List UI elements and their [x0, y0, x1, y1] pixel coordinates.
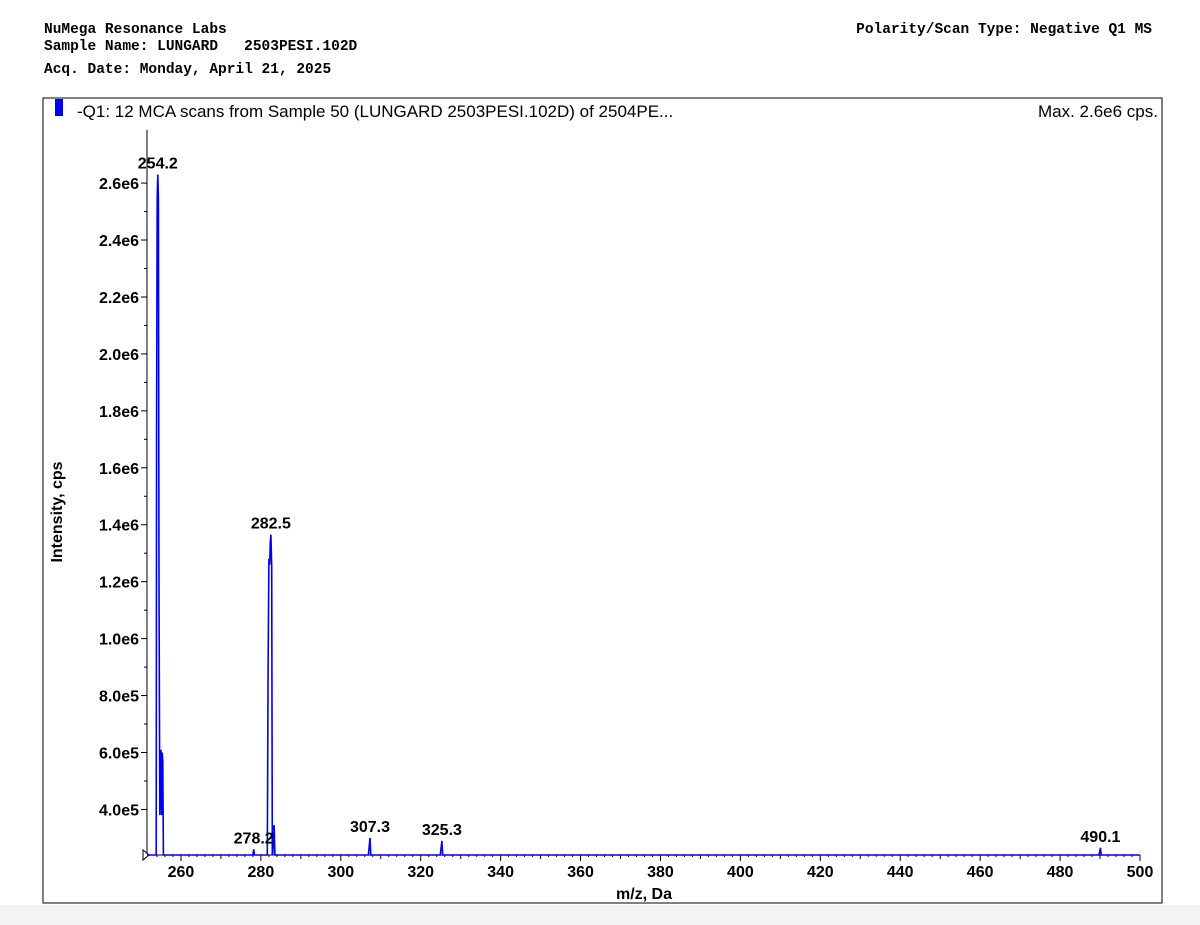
max-intensity-label: Max. 2.6e6 cps. — [1038, 102, 1158, 121]
x-tick-label: 440 — [887, 864, 914, 881]
x-tick-label: 400 — [727, 864, 754, 881]
x-tick-label: 380 — [647, 864, 674, 881]
x-tick-label: 420 — [807, 864, 834, 881]
y-tick-label: 2.0e6 — [99, 347, 139, 364]
y-tick-label: 1.4e6 — [99, 518, 139, 535]
scan-title: -Q1: 12 MCA scans from Sample 50 (LUNGAR… — [77, 102, 673, 121]
y-tick-label: 2.4e6 — [99, 233, 139, 250]
peak-label: 254.2 — [138, 156, 178, 173]
x-axis-ticks: 260 280 300 320 340 360 380 400 420 440 460 480 500 — [156, 855, 1154, 881]
x-tick-label: 340 — [487, 864, 514, 881]
x-tick-label: 480 — [1047, 864, 1074, 881]
series-layer — [147, 174, 1140, 856]
y-tick-label: 2.6e6 — [99, 176, 139, 193]
y-tick-label: 4.0e5 — [99, 802, 139, 819]
x-tick-label: 460 — [967, 864, 994, 881]
x-tick-label: 360 — [567, 864, 594, 881]
y-axis-title: Intensity, cps — [49, 461, 66, 562]
chart-frame — [42, 97, 1163, 904]
peak-label: 325.3 — [422, 822, 462, 839]
y-tick-label: 1.8e6 — [99, 404, 139, 421]
y-tick-label: 2.2e6 — [99, 290, 139, 307]
peak-label: 307.3 — [350, 819, 390, 836]
peak-label: 490.1 — [1080, 829, 1120, 846]
x-tick-label: 500 — [1127, 864, 1154, 881]
y-axis-ticks: 4.0e5 6.0e5 8.0e5 1.0e6 1.2e6 1.4e6 1.6e6 1.8e6… — [99, 176, 147, 819]
legend-swatch — [55, 99, 63, 116]
bottom-band — [0, 905, 1200, 925]
x-tick-label: 300 — [327, 864, 354, 881]
y-tick-label: 1.2e6 — [99, 575, 139, 592]
peak-label: 278.2 — [234, 830, 274, 847]
x-tick-label: 260 — [168, 864, 195, 881]
spectrum-trace — [147, 174, 1140, 856]
x-tick-label: 320 — [407, 864, 434, 881]
peak-labels: 254.2 282.5 278.2 307.3 325.3 490.1 — [138, 156, 1121, 848]
y-tick-label: 1.0e6 — [99, 632, 139, 649]
y-tick-label: 1.6e6 — [99, 461, 139, 478]
peak-label: 282.5 — [251, 516, 291, 533]
y-tick-label: 6.0e5 — [99, 746, 139, 763]
y-tick-label: 8.0e5 — [99, 689, 139, 706]
x-tick-label: 280 — [248, 864, 275, 881]
spectrum-chart: -Q1: 12 MCA scans from Sample 50 (LUNGAR… — [42, 97, 1163, 904]
x-axis-title: m/z, Da — [616, 886, 672, 903]
